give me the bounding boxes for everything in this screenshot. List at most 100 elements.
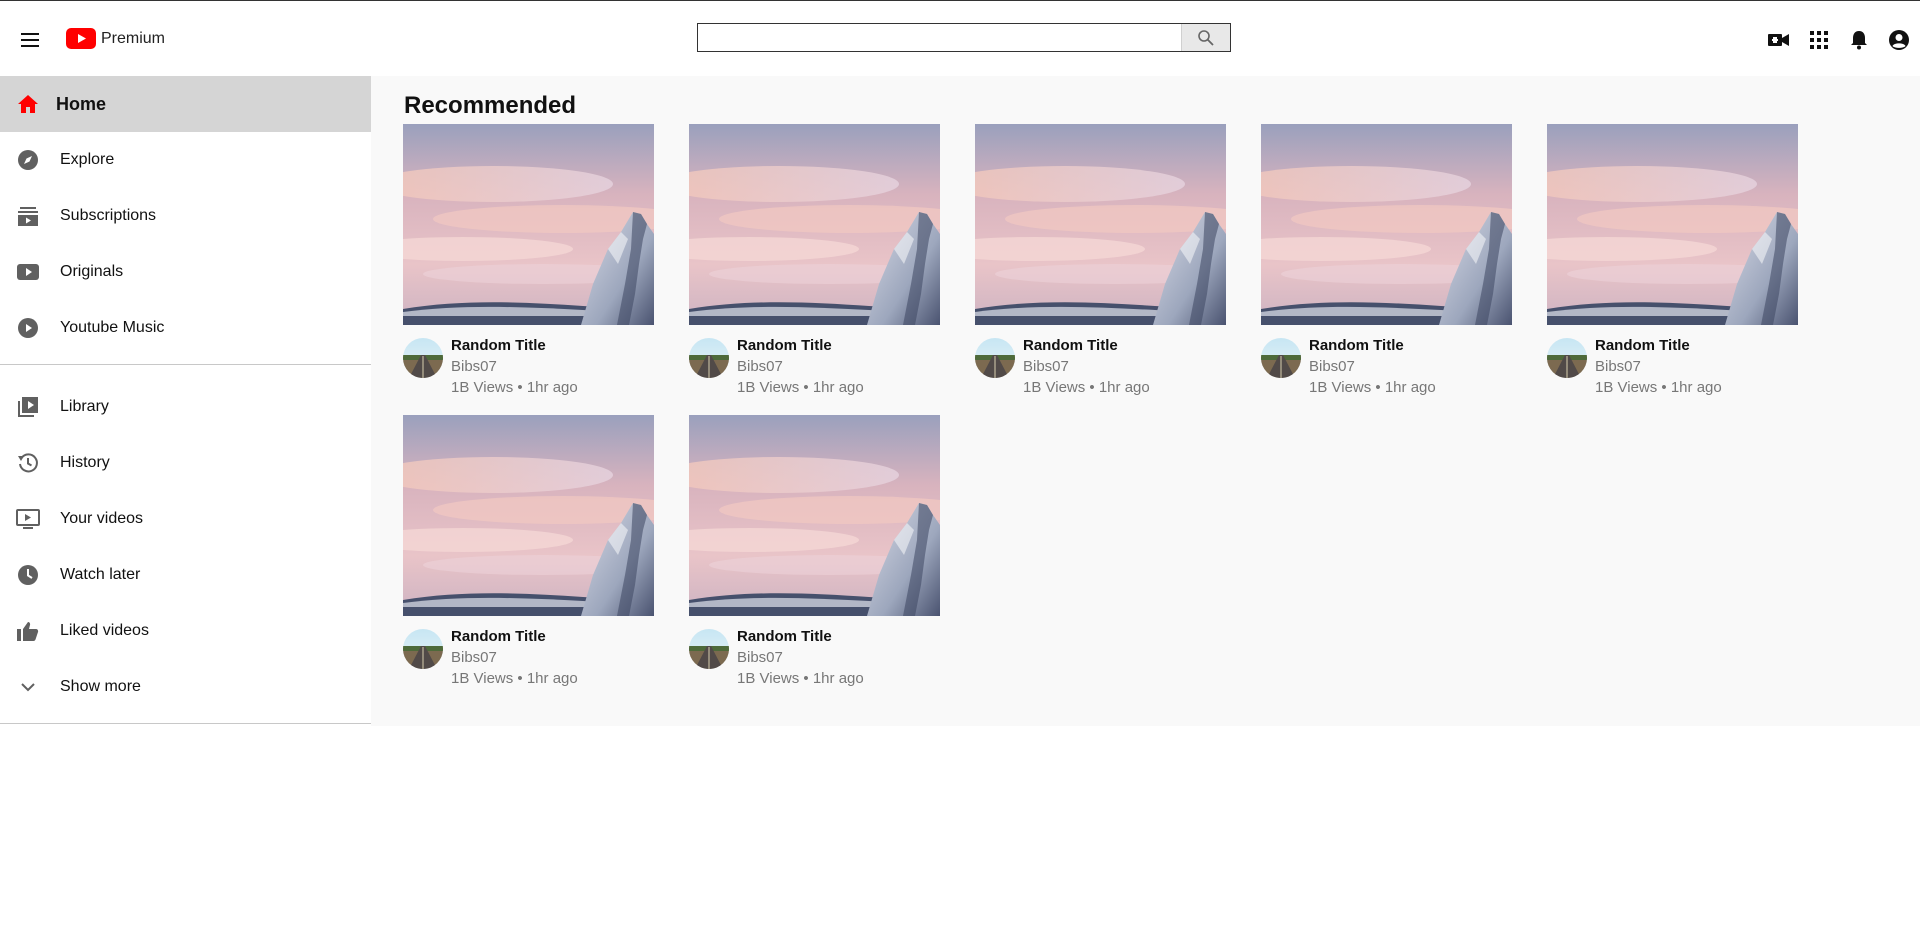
sidebar-item-history[interactable]: History [0,435,371,491]
video-card[interactable]: Random Title Bibs07 1B Views • 1hr ago [975,124,1226,398]
sidebar-item-label: Liked videos [60,622,149,639]
sidebar-item-liked-videos[interactable]: Liked videos [0,603,371,659]
sidebar-item-subscriptions[interactable]: Subscriptions [0,188,371,244]
sidebar-item-watch-later[interactable]: Watch later [0,547,371,603]
video-meta: Random Title Bibs07 1B Views • 1hr ago [403,336,654,398]
video-stats: 1B Views • 1hr ago [451,670,578,687]
channel-avatar[interactable] [403,629,443,669]
apps-grid-icon[interactable] [1806,27,1832,53]
video-stats: 1B Views • 1hr ago [451,379,578,396]
sidebar-divider [0,364,371,365]
video-meta: Random Title Bibs07 1B Views • 1hr ago [975,336,1226,398]
channel-name[interactable]: Bibs07 [1309,356,1436,377]
sidebar-item-label: Explore [60,151,115,168]
channel-name[interactable]: Bibs07 [1595,356,1722,377]
sidebar-item-originals[interactable]: Originals [0,244,371,300]
sidebar-item-label: Show more [60,678,141,695]
channel-avatar[interactable] [1261,338,1301,378]
logo-text: Premium [101,29,166,47]
account-icon[interactable] [1886,27,1912,53]
video-thumbnail[interactable] [1547,124,1798,325]
video-stats: 1B Views • 1hr ago [737,670,864,687]
sidebar-item-label: Home [56,93,107,114]
menu-icon[interactable] [18,28,42,52]
video-thumbnail[interactable] [689,415,940,616]
channel-name[interactable]: Bibs07 [737,356,864,377]
channel-name[interactable]: Bibs07 [451,356,578,377]
video-stats: 1B Views • 1hr ago [1023,379,1150,396]
sidebar-item-your-videos[interactable]: Your videos [0,491,371,547]
sidebar-item-label: Youtube Music [60,319,165,336]
video-thumbnail[interactable] [403,415,654,616]
video-meta: Random Title Bibs07 1B Views • 1hr ago [689,627,940,689]
video-camera-icon[interactable] [1766,27,1792,53]
sidebar-item-label: Library [60,398,109,415]
channel-avatar[interactable] [403,338,443,378]
sidebar-item-explore[interactable]: Explore [0,132,371,188]
video-meta: Random Title Bibs07 1B Views • 1hr ago [403,627,654,689]
thumbs-up-icon [16,619,40,643]
video-title[interactable]: Random Title [737,627,864,647]
sidebar-primary-section: Home Explore Subscriptions Originals You… [0,76,371,356]
video-meta: Random Title Bibs07 1B Views • 1hr ago [689,336,940,398]
video-card[interactable]: Random Title Bibs07 1B Views • 1hr ago [403,415,654,689]
compass-icon [16,148,40,172]
sidebar-item-label: History [60,454,110,471]
channel-avatar[interactable] [975,338,1015,378]
video-title[interactable]: Random Title [1309,336,1436,356]
channel-avatar[interactable] [689,629,729,669]
video-title[interactable]: Random Title [1595,336,1722,356]
video-thumbnail[interactable] [403,124,654,325]
search-bar [697,23,1231,52]
channel-avatar[interactable] [1547,338,1587,378]
channel-avatar[interactable] [689,338,729,378]
music-play-icon [16,316,40,340]
video-thumbnail[interactable] [975,124,1226,325]
youtube-play-logo-icon [66,28,96,49]
video-title[interactable]: Random Title [451,336,578,356]
sidebar-secondary-section: Library History Your videos Watch later … [0,373,371,715]
video-title[interactable]: Random Title [737,336,864,356]
home-icon [16,92,40,116]
video-thumbnail[interactable] [689,124,940,325]
video-card[interactable]: Random Title Bibs07 1B Views • 1hr ago [689,124,940,398]
channel-name[interactable]: Bibs07 [451,647,578,668]
youtube-logo[interactable]: Premium [66,28,165,49]
sidebar-item-show-more[interactable]: Show more [0,659,371,715]
top-header: Premium [0,1,1920,76]
video-meta: Random Title Bibs07 1B Views • 1hr ago [1261,336,1512,398]
history-icon [16,451,40,475]
sidebar-item-label: Your videos [60,510,144,527]
channel-name[interactable]: Bibs07 [1023,356,1150,377]
video-title[interactable]: Random Title [451,627,578,647]
video-meta: Random Title Bibs07 1B Views • 1hr ago [1547,336,1798,398]
sidebar-item-home[interactable]: Home [0,76,371,132]
subscriptions-icon [16,204,40,228]
originals-icon [16,260,40,284]
video-stats: 1B Views • 1hr ago [737,379,864,396]
notification-bell-icon[interactable] [1846,27,1872,53]
sidebar: Home Explore Subscriptions Originals You… [0,76,371,732]
search-button[interactable] [1181,24,1230,51]
video-title[interactable]: Random Title [1023,336,1150,356]
page-title: Recommended [404,92,577,119]
sidebar-divider [0,723,371,724]
sidebar-item-youtube-music[interactable]: Youtube Music [0,300,371,356]
video-card[interactable]: Random Title Bibs07 1B Views • 1hr ago [689,415,940,689]
search-icon [1198,29,1214,46]
your-videos-icon [16,507,40,531]
sidebar-item-label: Watch later [60,566,141,583]
channel-name[interactable]: Bibs07 [737,647,864,668]
video-card[interactable]: Random Title Bibs07 1B Views • 1hr ago [1261,124,1512,398]
library-icon [16,395,40,419]
header-actions [1752,27,1920,53]
video-card[interactable]: Random Title Bibs07 1B Views • 1hr ago [1547,124,1798,398]
video-stats: 1B Views • 1hr ago [1309,379,1436,396]
sidebar-item-label: Originals [60,263,124,280]
video-thumbnail[interactable] [1261,124,1512,325]
video-stats: 1B Views • 1hr ago [1595,379,1722,396]
video-card[interactable]: Random Title Bibs07 1B Views • 1hr ago [403,124,654,398]
sidebar-item-library[interactable]: Library [0,379,371,435]
search-input[interactable] [698,24,1181,51]
chevron-down-icon [16,675,40,699]
